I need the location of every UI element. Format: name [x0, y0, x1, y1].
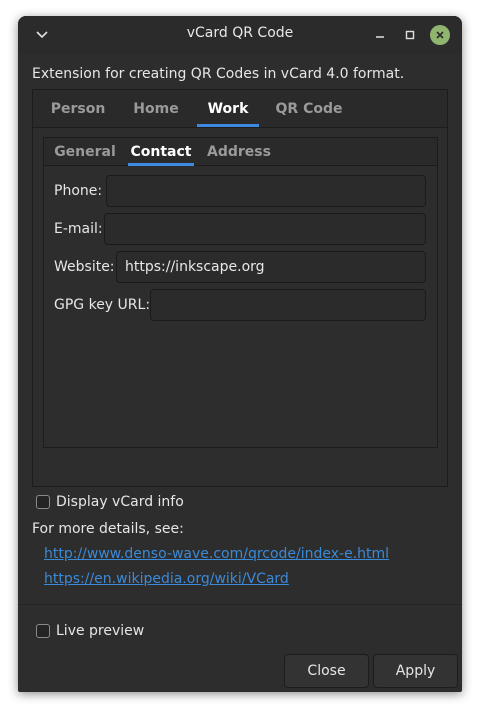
tab-home[interactable]: Home: [121, 90, 191, 127]
outer-tab-bar: Person Home Work QR Code: [33, 90, 447, 128]
email-input[interactable]: [104, 213, 426, 245]
website-label: Website:: [54, 259, 115, 275]
live-preview-checkbox[interactable]: Live preview: [36, 623, 144, 639]
details-text: For more details, see:: [32, 521, 184, 537]
tab-work[interactable]: Work: [197, 90, 259, 127]
tab-qr-code[interactable]: QR Code: [267, 90, 351, 127]
titlebar[interactable]: vCard QR Code: [18, 16, 462, 54]
separator: [18, 604, 462, 605]
phone-label: Phone:: [54, 183, 103, 199]
denso-wave-link[interactable]: http://www.denso-wave.com/qrcode/index-e…: [44, 546, 389, 562]
outer-notebook: Person Home Work QR Code General Contact…: [32, 89, 448, 487]
window-title: vCard QR Code: [186, 25, 294, 41]
close-button[interactable]: Close: [284, 654, 369, 688]
inner-tab-bar: General Contact Address: [44, 138, 437, 166]
gpg-key-url-label: GPG key URL:: [54, 297, 151, 313]
live-preview-label: Live preview: [56, 623, 145, 639]
wikipedia-vcard-link[interactable]: https://en.wikipedia.org/wiki/VCard: [44, 571, 289, 587]
display-vcard-info-checkbox[interactable]: Display vCard info: [36, 494, 184, 510]
dialog-window: vCard QR Code Extension for creating QR …: [18, 16, 462, 692]
checkbox-box[interactable]: [36, 495, 50, 509]
gpg-key-url-input[interactable]: [150, 289, 426, 321]
tab-contact[interactable]: Contact: [128, 138, 194, 166]
email-label: E-mail:: [54, 221, 103, 237]
tab-address[interactable]: Address: [202, 138, 276, 165]
minimize-icon[interactable]: [370, 25, 390, 45]
checkbox-box[interactable]: [36, 624, 50, 638]
tab-person[interactable]: Person: [41, 90, 115, 127]
description-text: Extension for creating QR Codes in vCard…: [32, 66, 405, 82]
close-icon[interactable]: [430, 25, 450, 45]
maximize-icon[interactable]: [400, 25, 420, 45]
website-input[interactable]: https://inkscape.org: [116, 251, 426, 283]
phone-input[interactable]: [106, 175, 426, 207]
apply-button[interactable]: Apply: [373, 654, 458, 688]
tab-general[interactable]: General: [50, 138, 120, 165]
inner-notebook: General Contact Address Phone: E-mail: W…: [43, 137, 438, 448]
display-vcard-info-label: Display vCard info: [56, 494, 184, 510]
